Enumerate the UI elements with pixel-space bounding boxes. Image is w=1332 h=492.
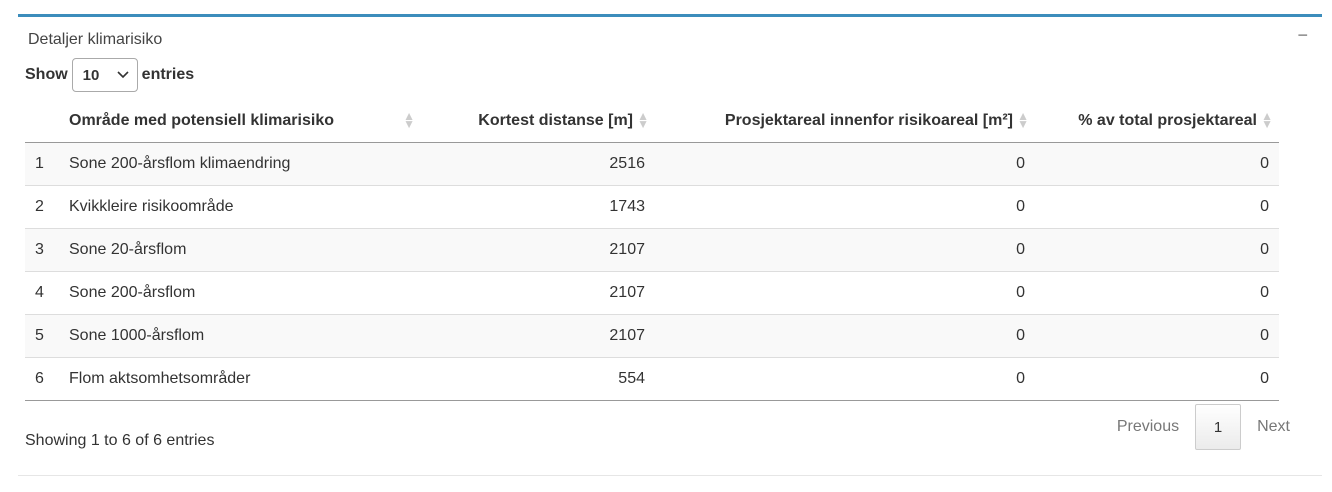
row-index: 5 <box>25 314 61 358</box>
next-button[interactable]: Next <box>1241 404 1306 450</box>
row-distance: 1743 <box>421 185 655 229</box>
sort-icon: ▲ ▼ <box>637 109 649 131</box>
box-title: Detaljer klimarisiko <box>28 31 163 48</box>
previous-button[interactable]: Previous <box>1101 404 1195 450</box>
sort-icon: ▲ ▼ <box>1261 109 1273 131</box>
table-row: 3 Sone 20-årsflom 2107 0 0 <box>25 228 1279 272</box>
box-header: Detaljer klimarisiko − <box>18 17 1322 61</box>
header-distance-label: Kortest distanse [m] <box>478 111 633 129</box>
row-area-name: Sone 20-årsflom <box>61 228 421 272</box>
row-project-area: 0 <box>655 357 1035 401</box>
row-area-name: Sone 1000-årsflom <box>61 314 421 358</box>
row-distance: 2107 <box>421 228 655 272</box>
sort-icon: ▲ ▼ <box>403 109 415 131</box>
table-row: 6 Flom aktsomhetsområder 554 0 0 <box>25 357 1279 401</box>
row-percent: 0 <box>1035 185 1279 229</box>
header-area-name[interactable]: Område med potensiell klimarisiko ▲ ▼ <box>61 100 421 143</box>
row-area-name: Sone 200-årsflom <box>61 271 421 315</box>
row-index: 6 <box>25 357 61 401</box>
header-project-area-label: Prosjektareal innenfor risikoareal [m²] <box>724 111 1013 129</box>
row-project-area: 0 <box>655 142 1035 186</box>
header-project-area[interactable]: Prosjektareal innenfor risikoareal [m²] … <box>655 100 1035 143</box>
pagination: Previous 1 Next <box>1101 404 1306 450</box>
header-percent[interactable]: % av total prosjektareal ▲ ▼ <box>1035 100 1279 143</box>
row-distance: 2516 <box>421 142 655 186</box>
row-area-name: Sone 200-årsflom klimaendring <box>61 142 421 186</box>
entries-length-control: Show 10 entries <box>25 58 194 92</box>
row-percent: 0 <box>1035 314 1279 358</box>
collapse-button[interactable]: − <box>1297 25 1308 46</box>
row-index: 2 <box>25 185 61 229</box>
table-info: Showing 1 to 6 of 6 entries <box>25 432 215 449</box>
row-project-area: 0 <box>655 271 1035 315</box>
header-area-name-label: Område med potensiell klimarisiko <box>69 111 334 129</box>
table-row: 4 Sone 200-årsflom 2107 0 0 <box>25 271 1279 315</box>
risk-table: Område med potensiell klimarisiko ▲ ▼ Kor… <box>25 100 1279 401</box>
row-distance: 554 <box>421 357 655 401</box>
row-percent: 0 <box>1035 357 1279 401</box>
row-area-name: Kvikkleire risikoområde <box>61 185 421 229</box>
chevron-down-icon <box>117 68 129 82</box>
header-row: Område med potensiell klimarisiko ▲ ▼ Kor… <box>25 100 1279 143</box>
sort-icon: ▲ ▼ <box>1017 109 1029 131</box>
row-project-area: 0 <box>655 314 1035 358</box>
row-project-area: 0 <box>655 228 1035 272</box>
row-index: 4 <box>25 271 61 315</box>
row-percent: 0 <box>1035 271 1279 315</box>
page-button-current[interactable]: 1 <box>1195 404 1242 450</box>
row-percent: 0 <box>1035 228 1279 272</box>
row-percent: 0 <box>1035 142 1279 186</box>
header-index <box>25 100 61 143</box>
table-row: 2 Kvikkleire risikoområde 1743 0 0 <box>25 185 1279 229</box>
entries-length-select[interactable]: 10 <box>71 58 138 92</box>
row-project-area: 0 <box>655 185 1035 229</box>
table-row: 5 Sone 1000-årsflom 2107 0 0 <box>25 314 1279 358</box>
header-distance[interactable]: Kortest distanse [m] ▲ ▼ <box>421 100 655 143</box>
row-index: 3 <box>25 228 61 272</box>
entries-length-value: 10 <box>82 66 100 84</box>
header-percent-label: % av total prosjektareal <box>1078 111 1257 129</box>
show-label: Show <box>25 66 68 83</box>
row-distance: 2107 <box>421 314 655 358</box>
row-area-name: Flom aktsomhetsområder <box>61 357 421 401</box>
table-row: 1 Sone 200-årsflom klimaendring 2516 0 0 <box>25 142 1279 186</box>
entries-label: entries <box>141 66 195 83</box>
row-index: 1 <box>25 142 61 186</box>
row-distance: 2107 <box>421 271 655 315</box>
